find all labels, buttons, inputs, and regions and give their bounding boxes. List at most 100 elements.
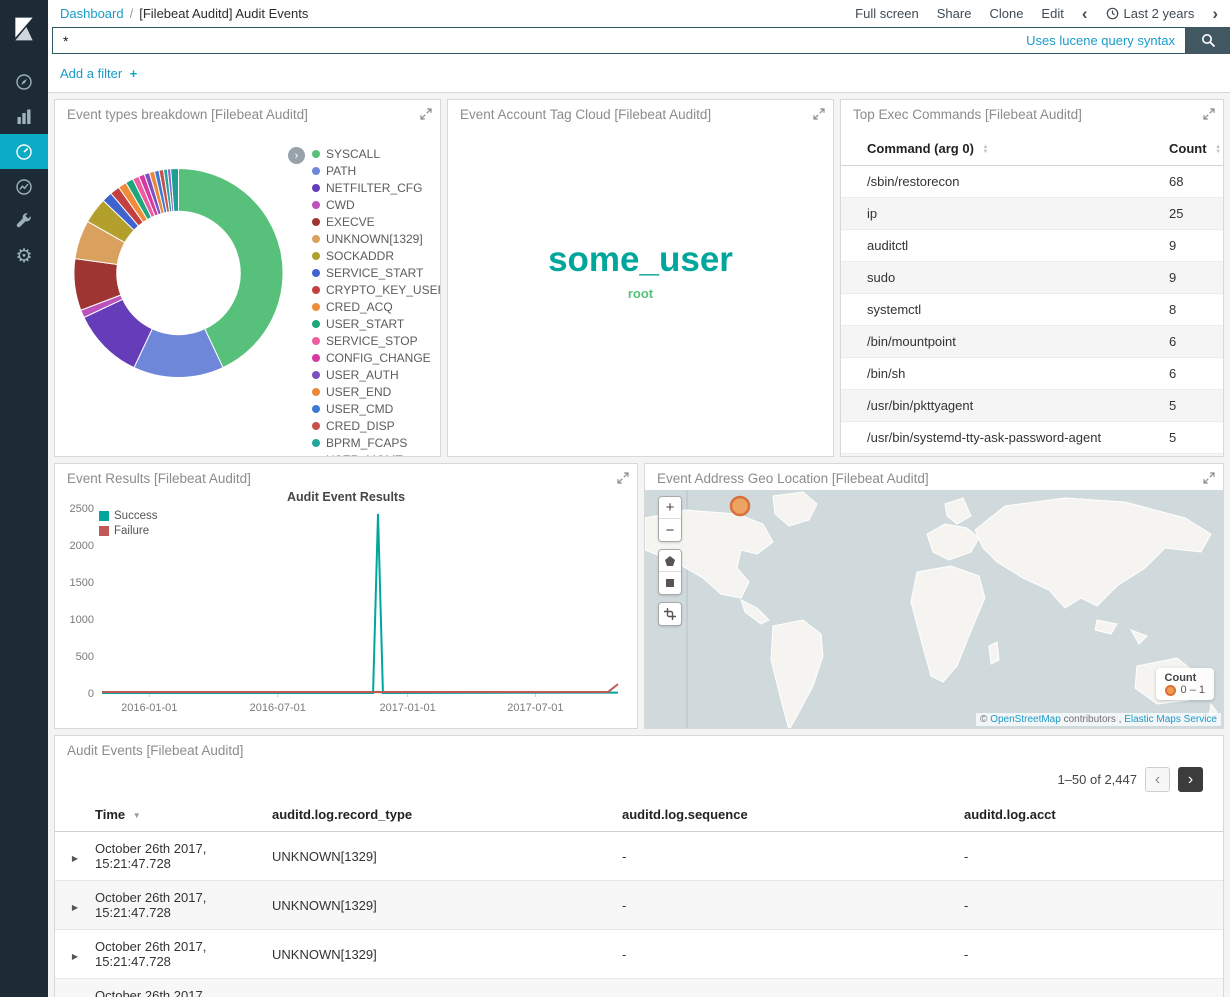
- draw-polygon-button[interactable]: [659, 550, 681, 572]
- query-input[interactable]: [53, 33, 1016, 49]
- audit-table-row[interactable]: ▶October 26th 2017, 15:21:47.728UNKNOWN[…: [55, 930, 1223, 979]
- legend-label: USER_CMD: [326, 402, 393, 416]
- add-filter-button[interactable]: Add a filter +: [60, 66, 137, 81]
- pagination-prev-button[interactable]: ‹: [1145, 767, 1170, 792]
- exec-table-row[interactable]: /bin/mountpoint6: [841, 326, 1223, 358]
- compass-icon: [15, 73, 33, 91]
- legend-item[interactable]: CRED_ACQ: [312, 298, 440, 315]
- bar-chart-icon: [15, 108, 33, 126]
- exec-table-row[interactable]: /bin/sh6: [841, 358, 1223, 390]
- sidebar-item-visualize[interactable]: [0, 99, 48, 134]
- share-button[interactable]: Share: [937, 6, 972, 21]
- exec-table-row[interactable]: systemctl8: [841, 294, 1223, 326]
- exec-table-row[interactable]: ./go-audit4: [841, 454, 1223, 458]
- column-header-sequence[interactable]: auditd.log.sequence: [622, 798, 964, 832]
- edit-button[interactable]: Edit: [1041, 6, 1063, 21]
- legend-item[interactable]: SERVICE_STOP: [312, 332, 440, 349]
- row-expand-icon[interactable]: ▶: [72, 952, 78, 961]
- legend-color-dot: [312, 456, 320, 458]
- full-screen-button[interactable]: Full screen: [855, 6, 919, 21]
- expand-panel-icon[interactable]: [420, 108, 432, 123]
- fit-bounds-button[interactable]: [659, 603, 681, 625]
- exec-table-row[interactable]: auditctl9: [841, 230, 1223, 262]
- timelion-icon: [15, 178, 33, 196]
- exec-table-row[interactable]: /sbin/restorecon68: [841, 166, 1223, 198]
- exec-table-row[interactable]: /usr/bin/systemd-tty-ask-password-agent5: [841, 422, 1223, 454]
- legend-item[interactable]: CONFIG_CHANGE: [312, 349, 440, 366]
- series-line-failure[interactable]: [102, 684, 618, 692]
- kibana-logo[interactable]: [0, 0, 48, 58]
- legend-item[interactable]: PATH: [312, 162, 440, 179]
- legend-color-dot: [312, 422, 320, 430]
- legend-toggle-icon: ›: [295, 150, 299, 162]
- gear-icon: ⚙: [15, 247, 32, 266]
- time-picker[interactable]: Last 2 years: [1106, 6, 1195, 21]
- exec-table-row[interactable]: /usr/bin/pkttyagent5: [841, 390, 1223, 422]
- panel-title: Event types breakdown [Filebeat Auditd]: [55, 100, 440, 129]
- legend-item[interactable]: USER_MGMT: [312, 451, 440, 457]
- legend-item[interactable]: CRED_DISP: [312, 417, 440, 434]
- legend-item[interactable]: BPRM_FCAPS: [312, 434, 440, 451]
- time-step-back-icon[interactable]: ‹: [1082, 5, 1088, 22]
- audit-table-row[interactable]: ▶October 26th 2017, 15:21:47.728UNKNOWN[…: [55, 832, 1223, 881]
- audit-table-row[interactable]: ▶October 26th 2017, 15:21:47.728UNKNOWN[…: [55, 979, 1223, 997]
- breadcrumb-dashboard-link[interactable]: Dashboard: [60, 6, 124, 21]
- sidebar-item-discover[interactable]: [0, 64, 48, 99]
- sidebar-item-management[interactable]: ⚙: [0, 239, 48, 274]
- legend-item[interactable]: USER_CMD: [312, 400, 440, 417]
- exec-table-row[interactable]: ip25: [841, 198, 1223, 230]
- legend-item[interactable]: SERVICE_START: [312, 264, 440, 281]
- elastic-maps-service-link[interactable]: Elastic Maps Service: [1124, 714, 1217, 725]
- lucene-syntax-link[interactable]: Uses lucene query syntax: [1016, 33, 1185, 48]
- legend-item[interactable]: UNKNOWN[1329]: [312, 230, 440, 247]
- column-header-command[interactable]: Command (arg 0) ▲▼: [841, 133, 1143, 166]
- zoom-out-button[interactable]: −: [659, 519, 681, 541]
- audit-table-body: ▶October 26th 2017, 15:21:47.728UNKNOWN[…: [55, 832, 1223, 997]
- pagination-next-button[interactable]: ›: [1178, 767, 1203, 792]
- legend-item[interactable]: USER_AUTH: [312, 366, 440, 383]
- legend-item[interactable]: SYSCALL: [312, 145, 440, 162]
- tag-cloud-word[interactable]: some_user: [548, 241, 733, 280]
- tag-cloud-word[interactable]: root: [628, 287, 653, 301]
- legend-toggle-button[interactable]: ›: [288, 147, 305, 164]
- expand-panel-icon[interactable]: [1203, 472, 1215, 487]
- sidebar-item-dashboard[interactable]: [0, 134, 48, 169]
- draw-rectangle-button[interactable]: [659, 572, 681, 594]
- legend-item[interactable]: CWD: [312, 196, 440, 213]
- legend-item[interactable]: USER_START: [312, 315, 440, 332]
- time-step-forward-icon[interactable]: ›: [1212, 5, 1218, 22]
- column-header-acct[interactable]: auditd.log.acct: [964, 798, 1223, 832]
- openstreetmap-link[interactable]: OpenStreetMap: [990, 714, 1061, 725]
- legend-color-dot: [312, 371, 320, 379]
- sidebar-item-timelion[interactable]: [0, 169, 48, 204]
- legend-item[interactable]: CRYPTO_KEY_USER: [312, 281, 440, 298]
- exec-table-row[interactable]: sudo9: [841, 262, 1223, 294]
- exec-command-cell: ip: [841, 198, 1143, 230]
- column-header-count[interactable]: Count ▲▼: [1143, 133, 1223, 166]
- search-button[interactable]: [1186, 27, 1230, 54]
- audit-table-row[interactable]: ▶October 26th 2017, 15:21:47.728UNKNOWN[…: [55, 881, 1223, 930]
- expand-panel-icon[interactable]: [1203, 108, 1215, 123]
- legend-item[interactable]: EXECVE: [312, 213, 440, 230]
- legend-item[interactable]: NETFILTER_CFG: [312, 179, 440, 196]
- world-map[interactable]: [645, 490, 1224, 729]
- legend-color-dot: [312, 337, 320, 345]
- series-line-success[interactable]: [102, 514, 618, 693]
- column-header-record-type[interactable]: auditd.log.record_type: [272, 798, 622, 832]
- clone-button[interactable]: Clone: [989, 6, 1023, 21]
- row-expand-icon[interactable]: ▶: [72, 903, 78, 912]
- record-type-cell: UNKNOWN[1329]: [272, 832, 622, 881]
- legend-item[interactable]: USER_END: [312, 383, 440, 400]
- exec-count-cell: 25: [1143, 198, 1223, 230]
- geo-point-marker[interactable]: [731, 497, 749, 515]
- exec-command-cell: /bin/sh: [841, 358, 1143, 390]
- sidebar-item-dev-tools[interactable]: [0, 204, 48, 239]
- legend-item[interactable]: SOCKADDR: [312, 247, 440, 264]
- zoom-in-button[interactable]: +: [659, 497, 681, 519]
- expand-panel-icon[interactable]: [617, 472, 629, 487]
- panel-event-types-breakdown: Event types breakdown [Filebeat Auditd] …: [54, 99, 441, 457]
- row-expand-icon[interactable]: ▶: [72, 854, 78, 863]
- legend-label: SERVICE_START: [326, 266, 423, 280]
- record-type-cell: UNKNOWN[1329]: [272, 979, 622, 997]
- column-header-time[interactable]: Time ▼: [95, 798, 272, 832]
